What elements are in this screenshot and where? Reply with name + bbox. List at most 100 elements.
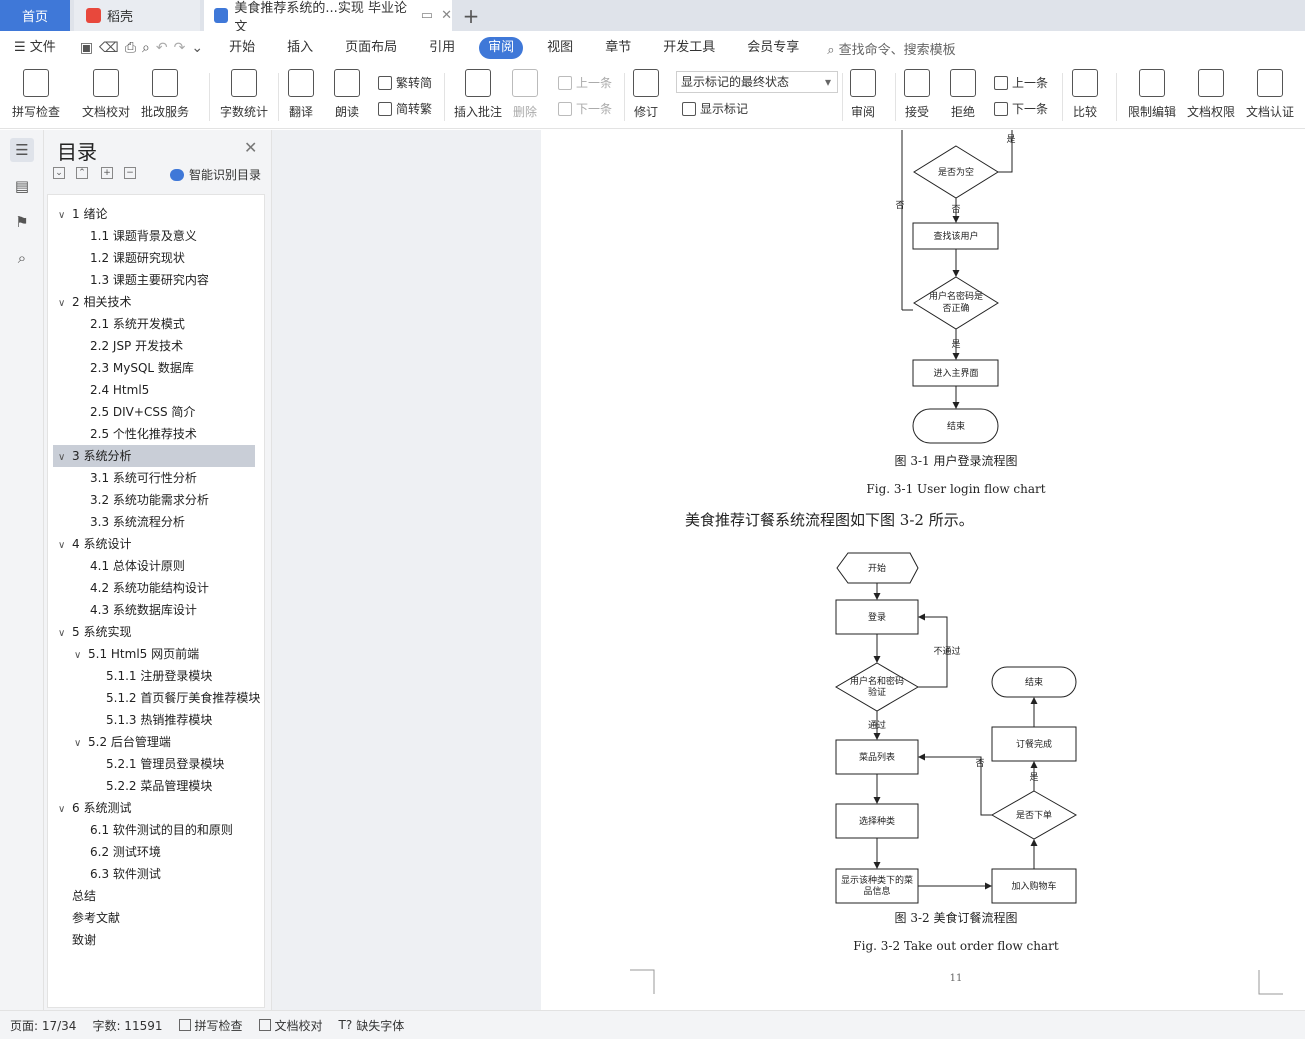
toc-item[interactable]: ∨ 5.2 后台管理端 [48,731,262,753]
doc-certify-button[interactable]: 文档认证 [1246,69,1294,120]
command-search[interactable]: ⌕ 查找命令、搜索模板 [815,39,955,58]
status-missing-font[interactable]: T? 缺失字体 [339,1017,405,1034]
menu-review[interactable]: 审阅 [479,37,524,59]
toc-item[interactable]: 2.1 系统开发模式 [48,313,262,335]
window-mode-icon[interactable]: ▭ [421,8,433,23]
menu-page-layout[interactable]: 页面布局 [329,37,413,59]
compare-button[interactable]: 比较 [1072,69,1098,120]
track-changes-button[interactable]: 修订 [633,69,659,120]
toc-item[interactable]: 4.1 总体设计原则 [48,555,262,577]
menu-insert[interactable]: 插入 [271,37,329,59]
toc-item[interactable]: 总结 [48,885,262,907]
chevron-down-icon[interactable]: ∨ [58,799,72,819]
search-icon[interactable]: ⌕ [10,246,34,270]
redo-icon[interactable]: ↷ [174,40,186,56]
menu-reference[interactable]: 引用 [413,37,471,59]
toc-item[interactable]: 1.1 课题背景及意义 [48,225,262,247]
chevron-down-icon[interactable]: ∨ [58,293,72,313]
accept-button[interactable]: 接受 [904,69,930,120]
toc-item[interactable]: ∨ 6 系统测试 [48,797,262,819]
simp-to-trad-button[interactable]: 简转繁 [378,100,432,117]
page-indicator[interactable]: 页面: 17/34 [10,1017,76,1034]
toc-item[interactable]: ∨ 4 系统设计 [48,533,262,555]
save-icon[interactable]: ▣ [80,40,93,56]
toc-item[interactable]: ∨ 5 系统实现 [48,621,262,643]
undo-icon[interactable]: ↶ [156,40,168,56]
chevron-down-icon[interactable]: ⌄ [191,40,203,56]
toc-nav-icon[interactable]: ☰ [10,138,34,162]
toc-item[interactable]: 5.2.2 菜品管理模块 [48,775,262,797]
toc-item[interactable]: 5.1.2 首页餐厅美食推荐模块 [48,687,262,709]
toc-item[interactable]: 6.1 软件测试的目的和原则 [48,819,262,841]
next-comment-button[interactable]: 下一条 [558,100,612,117]
remove-heading-icon[interactable]: − [124,167,136,179]
tab-document[interactable]: 美食推荐系统的...实现 毕业论文 ▭ ✕ [204,0,452,35]
toc-item[interactable]: 2.2 JSP 开发技术 [48,335,262,357]
outline-nav-icon[interactable]: ▤ [10,174,34,198]
word-count-button[interactable]: 字数统计 [220,69,268,120]
insert-comment-button[interactable]: 插入批注 [454,69,502,120]
toc-item[interactable]: 5.1.1 注册登录模块 [48,665,262,687]
doc-proof-button[interactable]: 文档校对 [82,69,130,120]
toc-item[interactable]: 参考文献 [48,907,262,929]
trad-to-simp-button[interactable]: 繁转简 [378,74,432,91]
tab-daoke[interactable]: 稻壳 [74,0,200,31]
toc-item[interactable]: 致谢 [48,929,262,951]
toc-item[interactable]: 2.4 Html5 [48,379,262,401]
restrict-edit-button[interactable]: 限制编辑 [1128,69,1176,120]
toc-item[interactable]: 2.3 MySQL 数据库 [48,357,262,379]
close-icon[interactable]: ✕ [244,138,257,157]
toc-item[interactable]: ∨ 3 系统分析 [53,445,255,467]
chevron-down-icon[interactable]: ∨ [74,645,88,665]
new-tab-button[interactable]: + [458,0,484,31]
print-icon[interactable]: ⎙ [125,40,136,56]
tab-home[interactable]: 首页 [0,0,70,31]
status-spell-check[interactable]: 拼写检查 [178,1017,243,1034]
document-page[interactable]: 是否为空 是 否 否 查找该用户 用户名密码是 否正确 是 进入主界面 结束 开… [541,130,1305,1010]
toc-item[interactable]: 1.3 课题主要研究内容 [48,269,262,291]
menu-section[interactable]: 章节 [589,37,647,59]
chevron-down-icon[interactable]: ∨ [58,623,72,643]
toc-item[interactable]: 5.1.3 热销推荐模块 [48,709,262,731]
toc-item[interactable]: ∨ 5.1 Html5 网页前端 [48,643,262,665]
menu-file[interactable]: ☰ 文件 [0,37,72,59]
prev-change-button[interactable]: 上一条 [994,74,1048,91]
doc-permission-button[interactable]: 文档权限 [1187,69,1235,120]
chevron-down-icon[interactable]: ∨ [58,535,72,555]
menu-member[interactable]: 会员专享 [731,37,815,59]
toc-item[interactable]: 4.3 系统数据库设计 [48,599,262,621]
chevron-down-icon[interactable]: ∨ [58,205,72,225]
chevron-down-icon[interactable]: ∨ [58,447,72,467]
markup-state-select[interactable]: 显示标记的最终状态 ▾ [676,71,838,93]
next-change-button[interactable]: 下一条 [994,100,1048,117]
expand-all-icon[interactable]: ⌄ [53,167,65,179]
word-count-indicator[interactable]: 字数: 11591 [92,1017,162,1034]
menu-view[interactable]: 视图 [531,37,589,59]
reject-button[interactable]: 拒绝 [950,69,976,120]
review-pane-button[interactable]: 审阅 [850,69,876,120]
menu-start[interactable]: 开始 [213,37,271,59]
spell-check-button[interactable]: 拼写检查 [12,69,60,120]
batch-service-button[interactable]: 批改服务 [141,69,189,120]
bookmark-icon[interactable]: ⚑ [10,210,34,234]
prev-comment-button[interactable]: 上一条 [558,74,612,91]
status-doc-proof[interactable]: 文档校对 [258,1017,323,1034]
smart-toc-button[interactable]: 智能识别目录 [170,166,261,183]
toc-item[interactable]: 3.3 系统流程分析 [48,511,262,533]
close-icon[interactable]: ✕ [441,8,452,23]
collapse-all-icon[interactable]: ⌃ [76,167,88,179]
read-aloud-button[interactable]: 朗读 [334,69,360,120]
menu-developer[interactable]: 开发工具 [647,37,731,59]
toc-item[interactable]: 5.2.1 管理员登录模块 [48,753,262,775]
translate-button[interactable]: 翻译 [288,69,314,120]
format-painter-icon[interactable]: ⌫ [99,40,119,56]
toc-item[interactable]: 3.1 系统可行性分析 [48,467,262,489]
add-heading-icon[interactable]: + [101,167,113,179]
print-preview-icon[interactable]: ⌕ [142,40,150,56]
toc-item[interactable]: 6.3 软件测试 [48,863,262,885]
chevron-down-icon[interactable]: ∨ [74,733,88,753]
delete-comment-button[interactable]: 删除 [512,69,538,120]
show-markup-button[interactable]: 显示标记 [682,100,748,117]
toc-item[interactable]: 2.5 个性化推荐技术 [48,423,262,445]
toc-item[interactable]: 2.5 DIV+CSS 简介 [48,401,262,423]
